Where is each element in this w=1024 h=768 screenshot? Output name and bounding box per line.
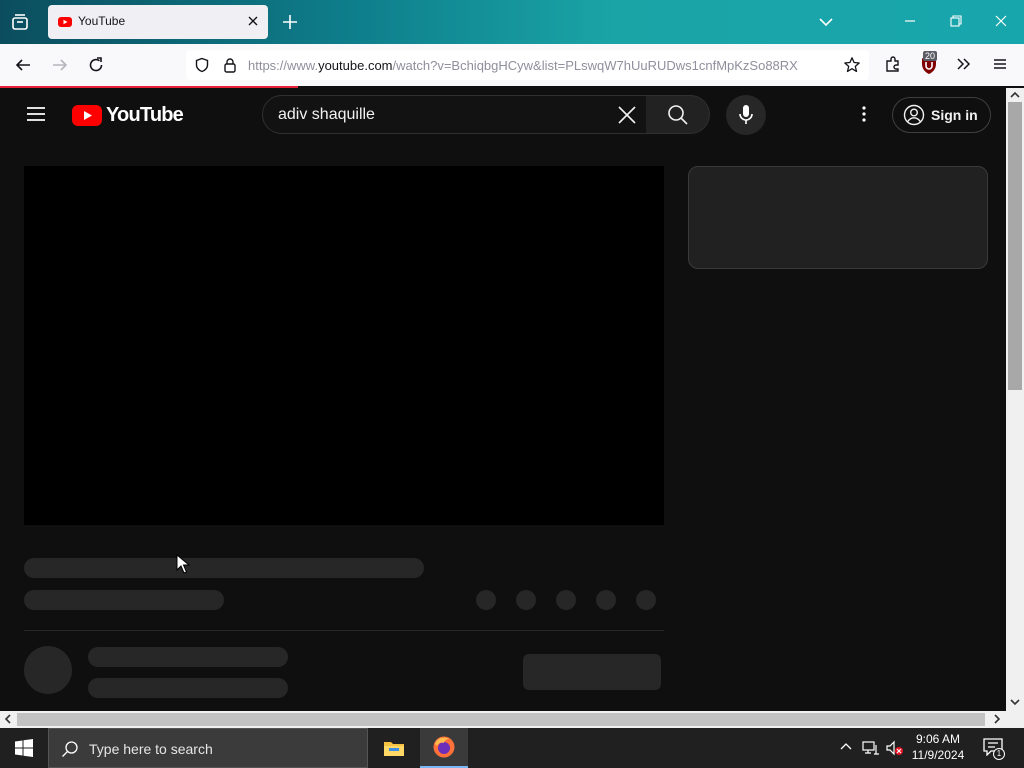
hamburger-icon[interactable] [27,106,45,122]
action-skeleton [596,590,616,610]
browser-tab-bar: YouTube [0,0,1024,44]
star-icon[interactable] [843,56,861,74]
taskbar-search-placeholder: Type here to search [89,741,213,757]
extensions-icon[interactable] [884,55,902,73]
sidebar-placeholder-card [688,166,988,269]
taskbar: Type here to search 9:06 AM 11/9/2024 1 [0,728,1024,768]
back-icon[interactable] [14,56,32,74]
shield-icon[interactable] [194,57,210,73]
search-box[interactable] [262,95,647,134]
chevron-down-icon[interactable] [817,13,835,31]
horizontal-scrollbar[interactable] [0,711,1006,728]
more-vert-icon[interactable] [854,104,874,124]
scroll-down-icon[interactable] [1010,698,1020,706]
youtube-wordmark: YouTube [106,104,184,126]
youtube-logo[interactable]: YouTube [72,104,184,127]
scroll-up-icon[interactable] [1010,91,1020,99]
clock-date: 11/9/2024 [911,748,965,762]
menu-icon[interactable] [991,55,1009,73]
tab-list-icon [12,14,28,30]
windows-icon [15,739,33,757]
search-icon [62,741,78,757]
maximize-icon[interactable] [949,14,963,28]
url-path: /watch?v=BchiqbgHCyw&list=PLswqW7hUuRUDw… [392,58,798,73]
chevron-up-icon[interactable] [840,740,852,754]
video-player[interactable] [24,166,664,525]
taskbar-search-box[interactable]: Type here to search [48,728,368,768]
minimize-icon[interactable] [903,14,917,28]
network-icon[interactable] [862,740,880,756]
forward-icon[interactable] [51,56,69,74]
vertical-scroll-thumb[interactable] [1008,102,1022,390]
firefox-icon [433,736,455,758]
action-skeleton [516,590,536,610]
youtube-favicon [58,17,72,27]
channel-subs-skeleton [88,678,288,698]
channel-avatar-skeleton [24,646,72,694]
url-domain: youtube.com [318,58,393,73]
start-button[interactable] [0,728,48,768]
youtube-page: YouTube Sign in [0,88,1006,711]
browser-nav-bar: https://www.youtube.com/watch?v=BchiqbgH… [0,44,1024,86]
url-text[interactable]: https://www.youtube.com/watch?v=BchiqbgH… [248,58,830,73]
sign-in-button[interactable]: Sign in [892,97,991,133]
action-skeleton [556,590,576,610]
video-title-skeleton [24,558,424,578]
vertical-scrollbar[interactable] [1006,88,1024,711]
plus-icon[interactable] [280,12,300,32]
taskbar-file-explorer[interactable] [370,728,418,768]
tab-list-button[interactable] [8,10,32,34]
reload-icon[interactable] [87,56,105,74]
channel-name-skeleton [88,647,288,667]
close-icon[interactable] [246,14,260,28]
ublock-count-badge: 20 [923,51,938,61]
action-skeleton [636,590,656,610]
subscribe-button-skeleton [523,654,661,690]
video-meta-skeleton [24,590,224,610]
scroll-left-icon[interactable] [4,714,12,724]
url-prefix: https://www. [248,58,319,73]
mouse-cursor-icon [176,554,190,574]
url-bar[interactable]: https://www.youtube.com/watch?v=BchiqbgH… [186,50,869,80]
account-icon [903,104,925,126]
search-button[interactable] [646,95,710,134]
tab-title: YouTube [78,14,126,28]
volume-muted-icon[interactable] [886,740,904,756]
close-icon[interactable] [617,105,637,125]
action-skeleton [476,590,496,610]
search-input[interactable] [278,106,598,124]
file-explorer-icon [384,742,404,756]
mic-icon [739,105,753,124]
close-icon[interactable] [994,14,1008,28]
sign-in-label: Sign in [931,107,978,123]
notification-count-badge: 1 [993,748,1005,760]
system-clock[interactable]: 9:06 AM 11/9/2024 [905,731,971,763]
scroll-right-icon[interactable] [993,714,1001,724]
overflow-icon[interactable] [955,55,973,73]
youtube-logo-icon [72,105,102,126]
divider [24,630,664,631]
search-icon [667,104,688,125]
lock-icon[interactable] [222,57,238,73]
horizontal-scroll-thumb[interactable] [17,713,985,726]
voice-search-button[interactable] [726,95,766,135]
tab-youtube[interactable]: YouTube [48,5,268,39]
clock-time: 9:06 AM [915,732,961,746]
scrollbar-corner [1006,711,1024,728]
taskbar-firefox[interactable] [420,728,468,768]
